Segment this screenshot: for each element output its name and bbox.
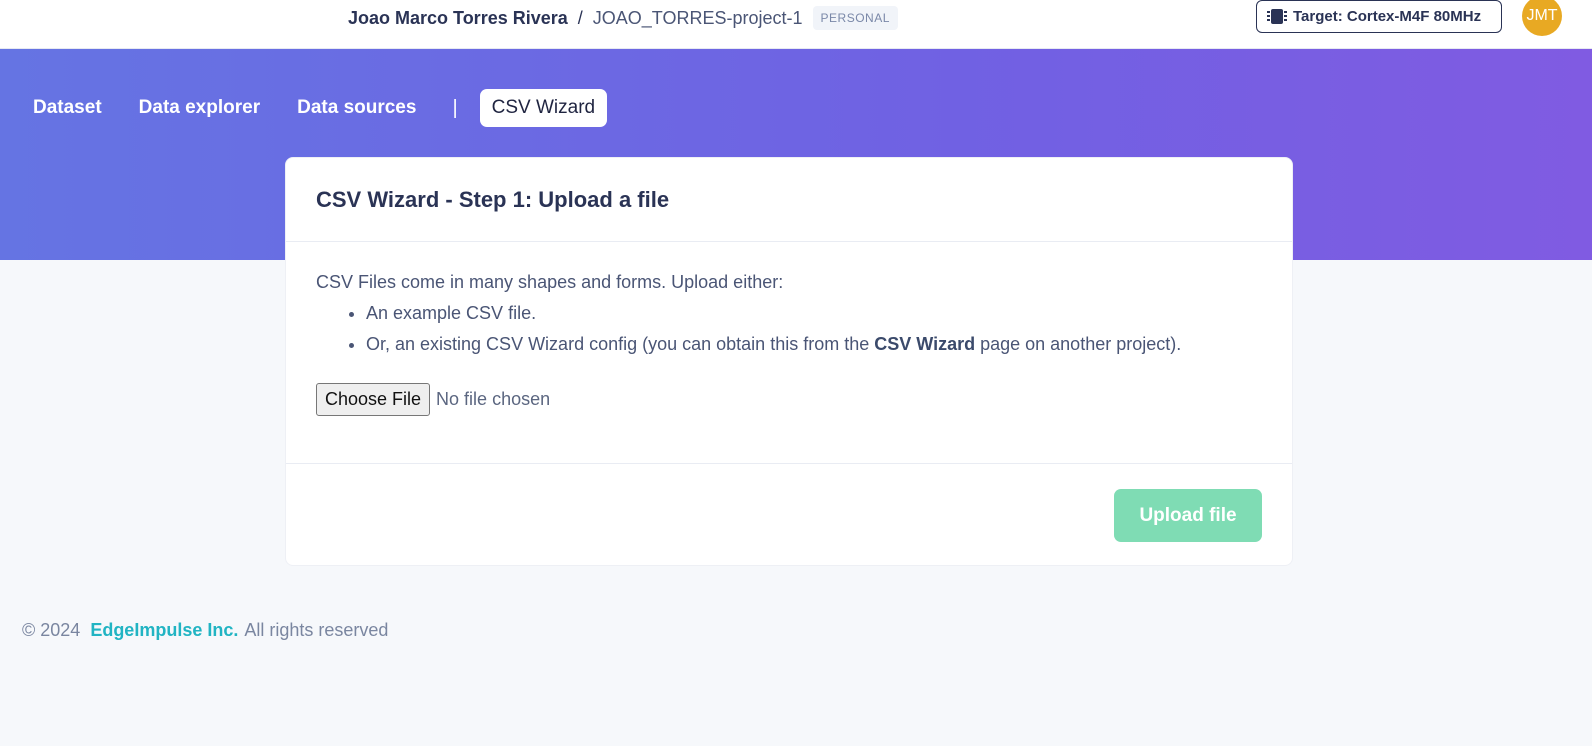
tab-divider: | <box>452 96 458 119</box>
tab-data-explorer[interactable]: Data explorer <box>128 89 271 127</box>
project-link[interactable]: JOAO_TORRES-project-1 <box>593 8 803 29</box>
card-header: CSV Wizard - Step 1: Upload a file <box>286 158 1292 242</box>
owner-link[interactable]: Joao Marco Torres Rivera <box>348 8 568 29</box>
target-label: Target: Cortex-M4F 80MHz <box>1293 8 1482 25</box>
target-device-button[interactable]: Target: Cortex-M4F 80MHz <box>1256 0 1502 33</box>
upload-file-button[interactable]: Upload file <box>1114 489 1262 542</box>
upload-options-list: An example CSV file. Or, an existing CSV… <box>316 303 1262 355</box>
choose-file-button[interactable]: Choose File <box>316 383 431 416</box>
card-title: CSV Wizard - Step 1: Upload a file <box>316 186 670 212</box>
list-item: An example CSV file. <box>366 303 1262 324</box>
file-input-row: Choose File No file chosen <box>316 383 1262 416</box>
breadcrumb: Joao Marco Torres Rivera / JOAO_TORRES-p… <box>348 4 898 32</box>
csv-wizard-card: CSV Wizard - Step 1: Upload a file CSV F… <box>285 157 1293 566</box>
bullet-text-prefix: Or, an existing CSV Wizard config (you c… <box>366 334 875 354</box>
site-footer: © 2024 EdgeImpulse Inc. All rights reser… <box>22 620 388 641</box>
file-status-text: No file chosen <box>436 389 551 409</box>
bullet-text-bold: CSV Wizard <box>874 334 976 354</box>
card-footer: Upload file <box>286 464 1292 566</box>
intro-text: CSV Files come in many shapes and forms.… <box>316 272 784 292</box>
top-header: Joao Marco Torres Rivera / JOAO_TORRES-p… <box>0 0 1592 49</box>
tab-dataset[interactable]: Dataset <box>22 89 113 127</box>
tab-csv-wizard[interactable]: CSV Wizard <box>479 89 608 127</box>
tab-bar: Dataset Data explorer Data sources | CSV… <box>22 89 622 127</box>
chip-icon <box>1267 9 1287 24</box>
avatar[interactable]: JMT <box>1522 0 1562 36</box>
card-body: CSV Files come in many shapes and forms.… <box>286 242 1292 464</box>
bullet-text-suffix: page on another project). <box>975 334 1182 354</box>
rights-text: All rights reserved <box>244 620 389 640</box>
copyright-text: © 2024 <box>22 620 81 640</box>
project-type-badge: PERSONAL <box>812 6 898 30</box>
list-item: Or, an existing CSV Wizard config (you c… <box>366 334 1262 355</box>
tab-data-sources[interactable]: Data sources <box>286 89 427 127</box>
brand-link[interactable]: EdgeImpulse Inc. <box>90 620 238 641</box>
breadcrumb-separator: / <box>577 7 583 28</box>
